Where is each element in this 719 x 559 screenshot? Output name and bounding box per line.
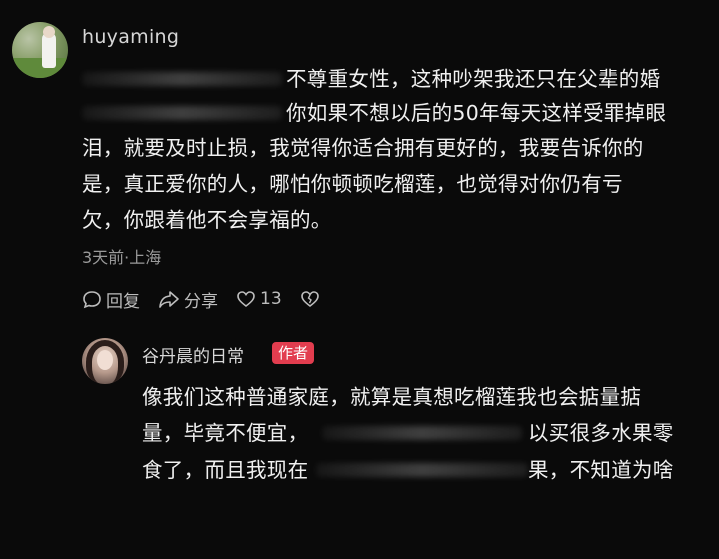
- redacted-text: [316, 463, 528, 477]
- reply-line-3a: 食了，而且我现在: [142, 458, 309, 482]
- comment-meta: 3天前·上海: [82, 248, 162, 267]
- redacted-text: [82, 106, 282, 120]
- commenter-username[interactable]: huyaming: [82, 26, 179, 48]
- comment-line-3: 泪，就要及时止损，我觉得你适合拥有更好的，我要告诉你的: [82, 136, 644, 160]
- share-button[interactable]: 分享: [158, 287, 218, 312]
- reply-line-3b: 果，不知道为啥: [528, 458, 674, 482]
- reply-button[interactable]: 回复: [82, 287, 140, 312]
- comment-line-4: 是，真正爱你的人，哪怕你顿顿吃榴莲，也觉得对你仍有亏: [82, 172, 623, 196]
- comment-line-5: 欠，你跟着他不会享福的。: [82, 208, 332, 232]
- share-icon: [159, 291, 179, 308]
- comment-line-1: 不尊重女性，这种吵架我还只在父辈的婚: [286, 67, 661, 91]
- redacted-text: [82, 72, 282, 86]
- heart-icon: [237, 291, 255, 308]
- comment-actions: 回复 分享 13: [82, 287, 342, 312]
- author-username[interactable]: 谷丹晨的日常: [142, 342, 244, 367]
- author-avatar[interactable]: [82, 338, 128, 384]
- reply-line-2a: 量，毕竟不便宜，: [142, 421, 309, 445]
- comment-line-2: 你如果不想以后的50年每天这样受罪掉眼: [286, 101, 667, 125]
- reply-line-2b: 以买很多水果零: [528, 421, 674, 445]
- dislike-button[interactable]: [300, 289, 324, 309]
- reply-label: 回复: [106, 291, 140, 312]
- reply-line-1: 像我们这种普通家庭，就算是真想吃榴莲我也会掂量掂: [142, 385, 642, 409]
- share-label: 分享: [184, 291, 218, 312]
- reply-icon: [83, 291, 101, 309]
- author-badge: 作者: [272, 342, 315, 364]
- redacted-text: [322, 426, 522, 440]
- commenter-avatar[interactable]: [12, 22, 68, 78]
- like-count: 13: [260, 289, 282, 309]
- broken-heart-icon: [300, 291, 319, 308]
- like-button[interactable]: 13: [236, 289, 282, 309]
